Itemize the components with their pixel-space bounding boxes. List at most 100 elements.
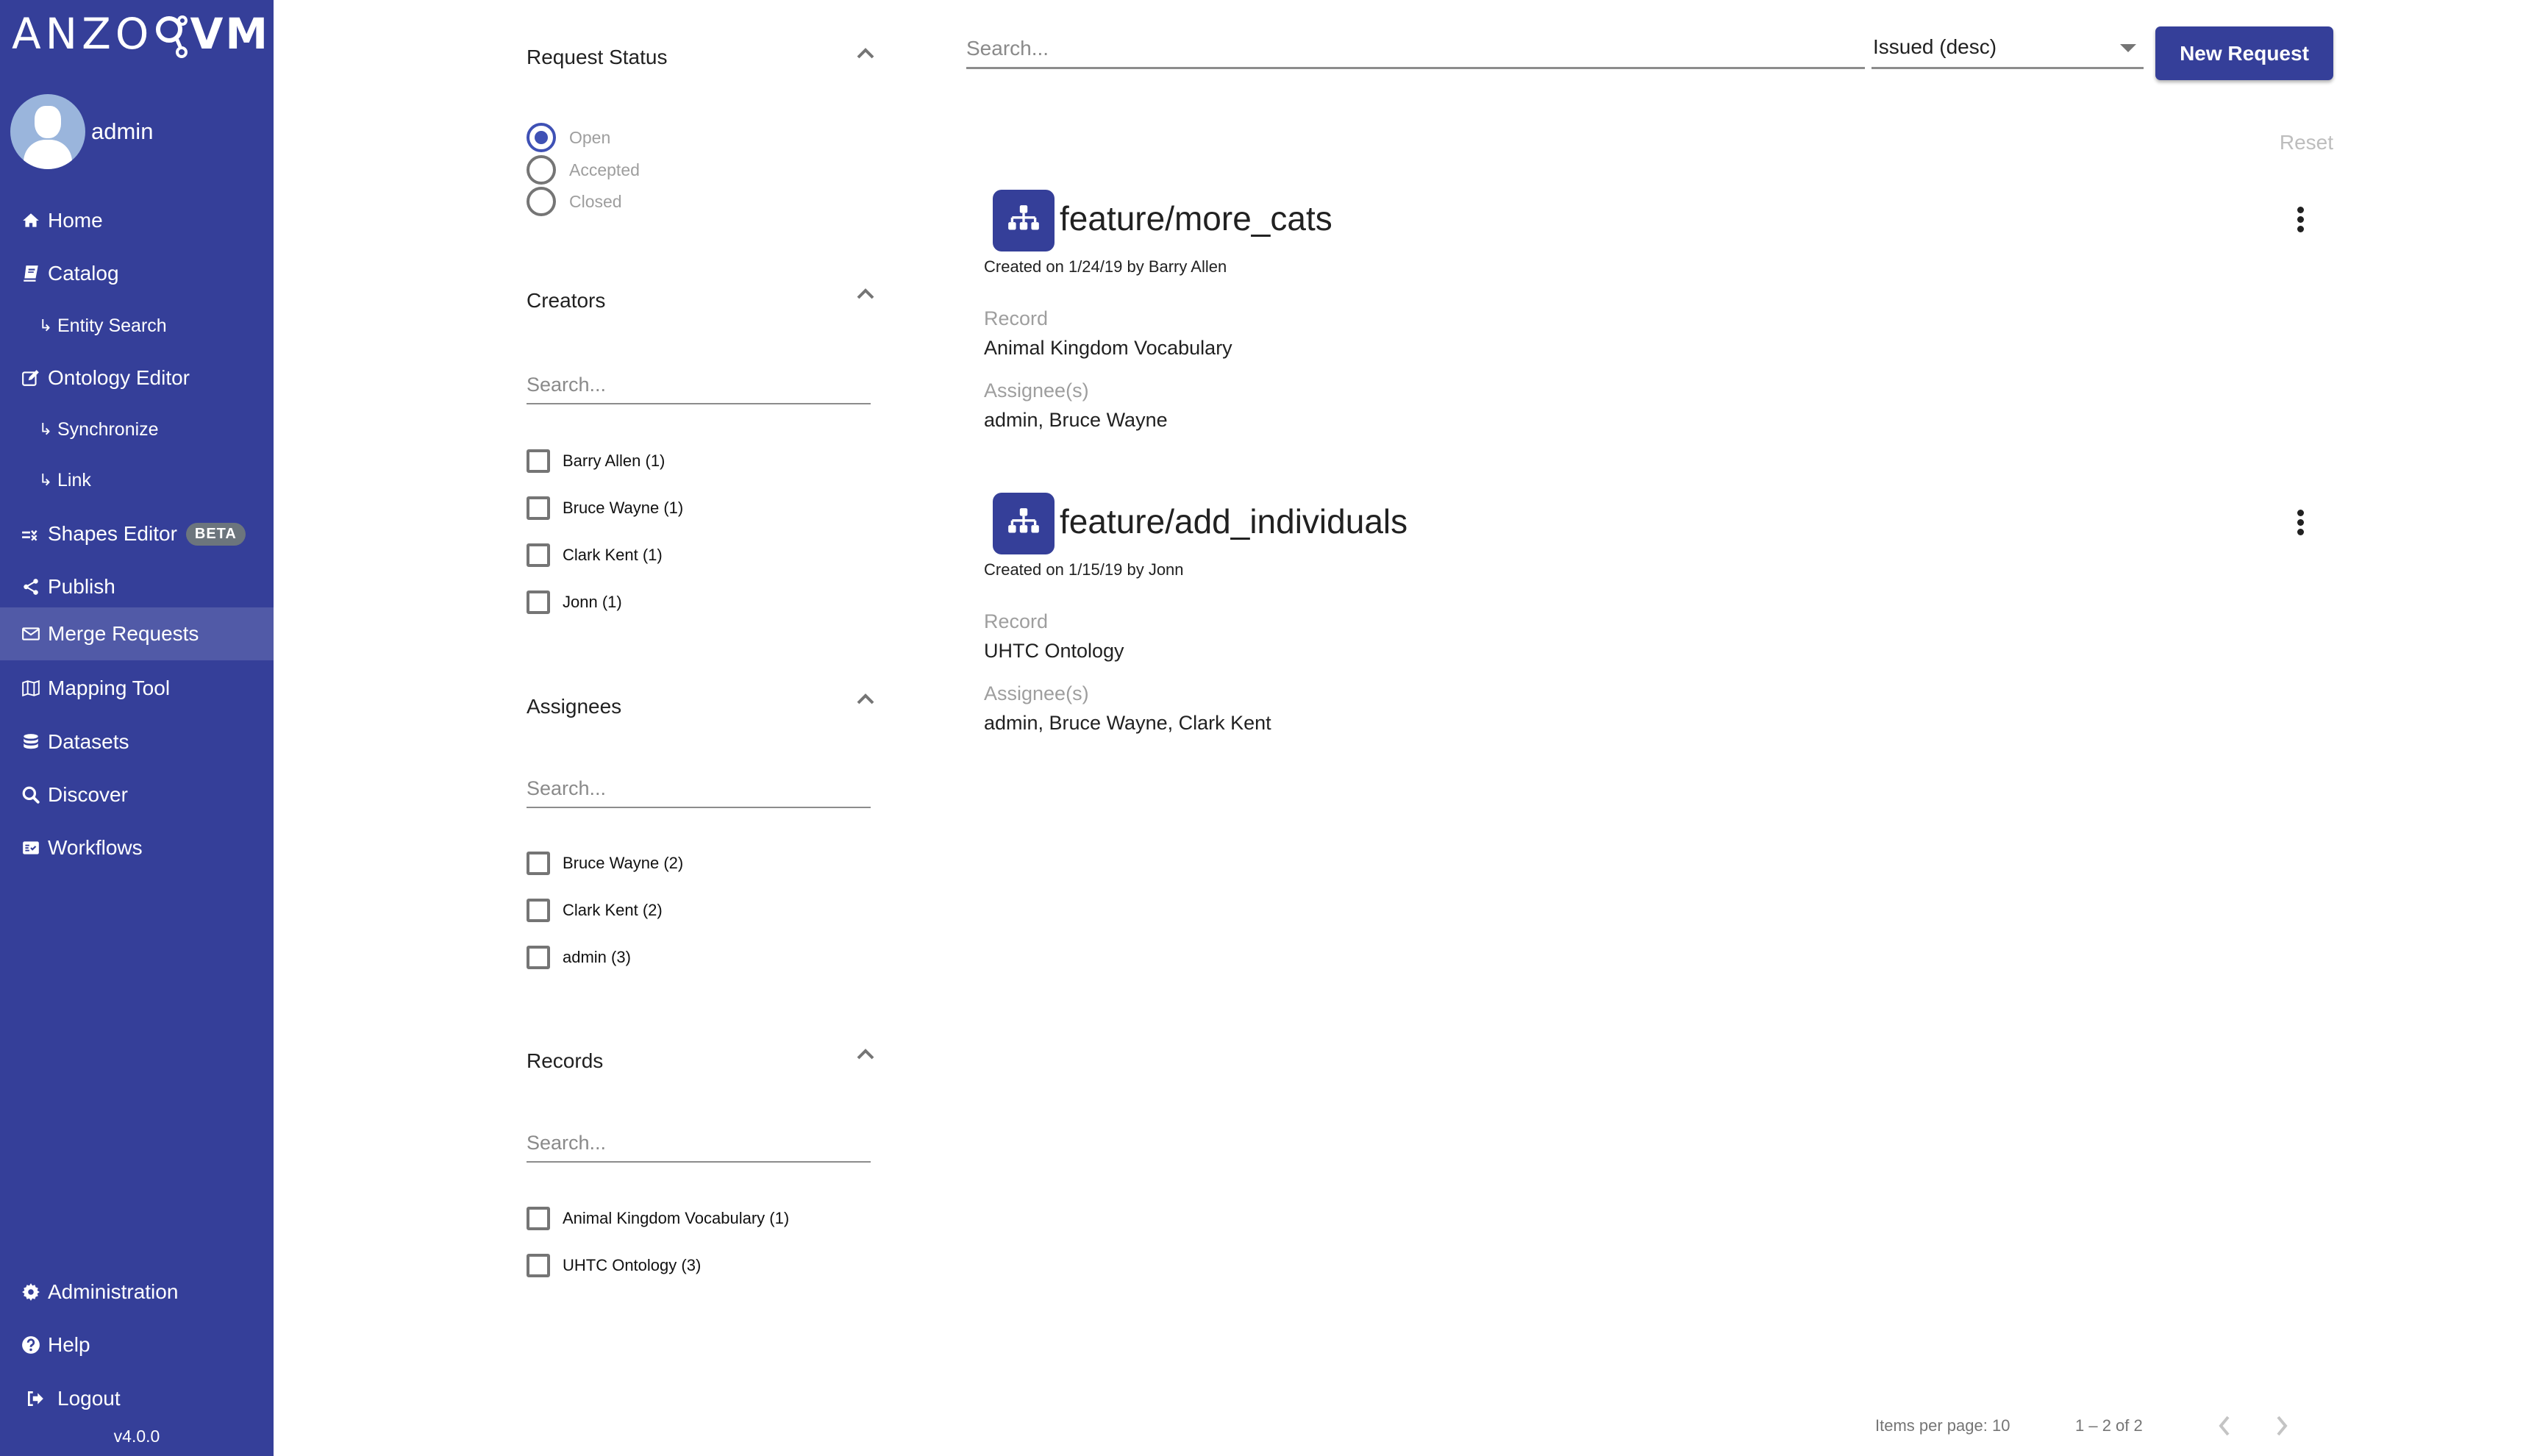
sidebar-item-label: Discover xyxy=(48,783,128,806)
sidebar-item-publish[interactable]: Publish xyxy=(0,560,274,613)
request-card[interactable]: feature/add_individuals Created on 1/15/… xyxy=(977,493,2352,757)
sidebar-item-label: Datasets xyxy=(48,730,129,753)
sidebar-item-label: Publish xyxy=(48,575,115,598)
assignee-checkbox-item[interactable]: admin (3) xyxy=(527,946,631,969)
beta-badge: BETA xyxy=(185,522,246,546)
checkbox-label: admin (3) xyxy=(563,948,631,966)
edit-icon xyxy=(21,368,41,388)
chevron-left-icon xyxy=(2219,1416,2230,1436)
assignees-value: admin, Bruce Wayne, Clark Kent xyxy=(984,712,1271,734)
sidebar-item-label: Administration xyxy=(48,1280,179,1303)
creators-search-input[interactable] xyxy=(527,366,871,404)
previous-page-button[interactable] xyxy=(2206,1407,2243,1444)
sort-selected-value: Issued (desc) xyxy=(1873,35,1997,58)
assignees-label: Assignee(s) xyxy=(984,379,1089,402)
checkbox-label: Clark Kent (1) xyxy=(563,546,663,564)
assignees-label: Assignee(s) xyxy=(984,682,1089,704)
checkbox[interactable] xyxy=(527,590,550,614)
sidebar-item-label: Mapping Tool xyxy=(48,677,171,699)
more-options-icon[interactable] xyxy=(2286,506,2315,538)
search-icon xyxy=(21,785,41,805)
sort-select[interactable]: Issued (desc) xyxy=(1871,29,2144,69)
sidebar-item-catalog[interactable]: Catalog xyxy=(0,247,274,300)
collapse-chevron-icon[interactable] xyxy=(854,1045,877,1063)
help-icon xyxy=(21,1335,41,1355)
sidebar-item-workflows[interactable]: Workflows xyxy=(0,821,274,874)
chevron-right-icon xyxy=(2277,1416,2288,1436)
logo-text-left: ANZO xyxy=(12,9,154,60)
pagination-range: 1 – 2 of 2 xyxy=(2075,1416,2143,1435)
checkbox[interactable] xyxy=(527,543,550,567)
sidebar-item-label: Home xyxy=(48,209,103,232)
sidebar-item-label: Workflows xyxy=(48,836,143,859)
sidebar-item-home[interactable]: Home xyxy=(0,194,274,247)
sidebar-item-logout[interactable]: Logout xyxy=(0,1372,274,1425)
sidebar-item-merge-requests[interactable]: Merge Requests xyxy=(0,607,274,660)
sidebar-item-synchronize[interactable]: ↳ Synchronize xyxy=(0,403,274,456)
creator-checkbox-item[interactable]: Jonn (1) xyxy=(527,590,622,614)
sidebar-item-label: Help xyxy=(48,1333,90,1356)
creator-checkbox-item[interactable]: Barry Allen (1) xyxy=(527,449,665,473)
radio-label: Closed xyxy=(569,191,622,211)
checkbox[interactable] xyxy=(527,1254,550,1277)
record-value: UHTC Ontology xyxy=(984,640,1124,662)
reset-filters-button[interactable]: Reset xyxy=(2250,131,2333,154)
request-created-info: Created on 1/15/19 by Jonn xyxy=(984,560,1184,579)
record-checkbox-item[interactable]: UHTC Ontology (3) xyxy=(527,1254,701,1277)
items-per-page[interactable]: Items per page: 10 xyxy=(1875,1407,2010,1444)
hierarchy-icon xyxy=(993,493,1055,554)
user-profile[interactable]: admin xyxy=(10,94,153,169)
sidebar-item-mapping-tool[interactable]: Mapping Tool xyxy=(0,662,274,715)
sidebar-item-shapes-editor[interactable]: Shapes Editor BETA xyxy=(0,507,274,560)
collapse-chevron-icon[interactable] xyxy=(854,690,877,707)
checkbox-label: Jonn (1) xyxy=(563,593,622,611)
checkbox[interactable] xyxy=(527,496,550,520)
checkbox[interactable] xyxy=(527,852,550,875)
sidebar-item-help[interactable]: Help xyxy=(0,1318,274,1371)
sidebar-item-link[interactable]: ↳ Link xyxy=(0,454,274,507)
checkbox[interactable] xyxy=(527,449,550,473)
status-radio-accepted[interactable]: Accepted xyxy=(527,155,640,185)
more-options-icon[interactable] xyxy=(2286,203,2315,235)
record-label: Record xyxy=(984,610,1049,632)
new-request-button[interactable]: New Request xyxy=(2155,26,2333,80)
radio-button[interactable] xyxy=(527,187,556,216)
assignees-search-input[interactable] xyxy=(527,770,871,808)
request-title[interactable]: feature/more_cats xyxy=(1060,199,1332,238)
records-search-input[interactable] xyxy=(527,1124,871,1163)
checkbox-label: Clark Kent (2) xyxy=(563,901,663,919)
database-icon xyxy=(21,732,41,752)
request-title[interactable]: feature/add_individuals xyxy=(1060,502,1407,541)
sidebar-item-administration[interactable]: Administration xyxy=(0,1266,274,1318)
record-checkbox-item[interactable]: Animal Kingdom Vocabulary (1) xyxy=(527,1207,789,1230)
status-radio-open[interactable]: Open xyxy=(527,123,610,152)
creator-checkbox-item[interactable]: Bruce Wayne (1) xyxy=(527,496,683,520)
sidebar-item-ontology-editor[interactable]: Ontology Editor xyxy=(0,351,274,404)
requests-search-input[interactable] xyxy=(966,29,1865,69)
collapse-chevron-icon[interactable] xyxy=(854,285,877,302)
next-page-button[interactable] xyxy=(2263,1407,2300,1444)
record-label: Record xyxy=(984,307,1049,329)
request-card[interactable]: feature/more_cats Created on 1/24/19 by … xyxy=(977,190,2352,454)
app-logo[interactable]: ANZO VM xyxy=(12,6,270,63)
sidebar-item-discover[interactable]: Discover xyxy=(0,768,274,821)
creator-checkbox-item[interactable]: Clark Kent (1) xyxy=(527,543,663,567)
workflow-icon xyxy=(21,838,41,858)
assignee-checkbox-item[interactable]: Bruce Wayne (2) xyxy=(527,852,683,875)
checkbox[interactable] xyxy=(527,1207,550,1230)
filter-title: Assignees xyxy=(527,695,622,718)
sidebar-item-label: Shapes Editor xyxy=(48,522,177,545)
assignees-value: admin, Bruce Wayne xyxy=(984,409,1168,431)
collapse-chevron-icon[interactable] xyxy=(854,44,877,62)
radio-button[interactable] xyxy=(527,155,556,185)
radio-button[interactable] xyxy=(527,123,556,152)
checkbox[interactable] xyxy=(527,946,550,969)
sidebar-item-entity-search[interactable]: ↳ Entity Search xyxy=(0,299,274,352)
status-radio-closed[interactable]: Closed xyxy=(527,187,622,216)
checkbox[interactable] xyxy=(527,899,550,922)
sidebar-item-label: Catalog xyxy=(48,262,119,285)
assignee-checkbox-item[interactable]: Clark Kent (2) xyxy=(527,899,663,922)
gear-icon xyxy=(21,1282,41,1302)
sidebar-item-datasets[interactable]: Datasets xyxy=(0,715,274,768)
map-icon xyxy=(21,678,41,699)
